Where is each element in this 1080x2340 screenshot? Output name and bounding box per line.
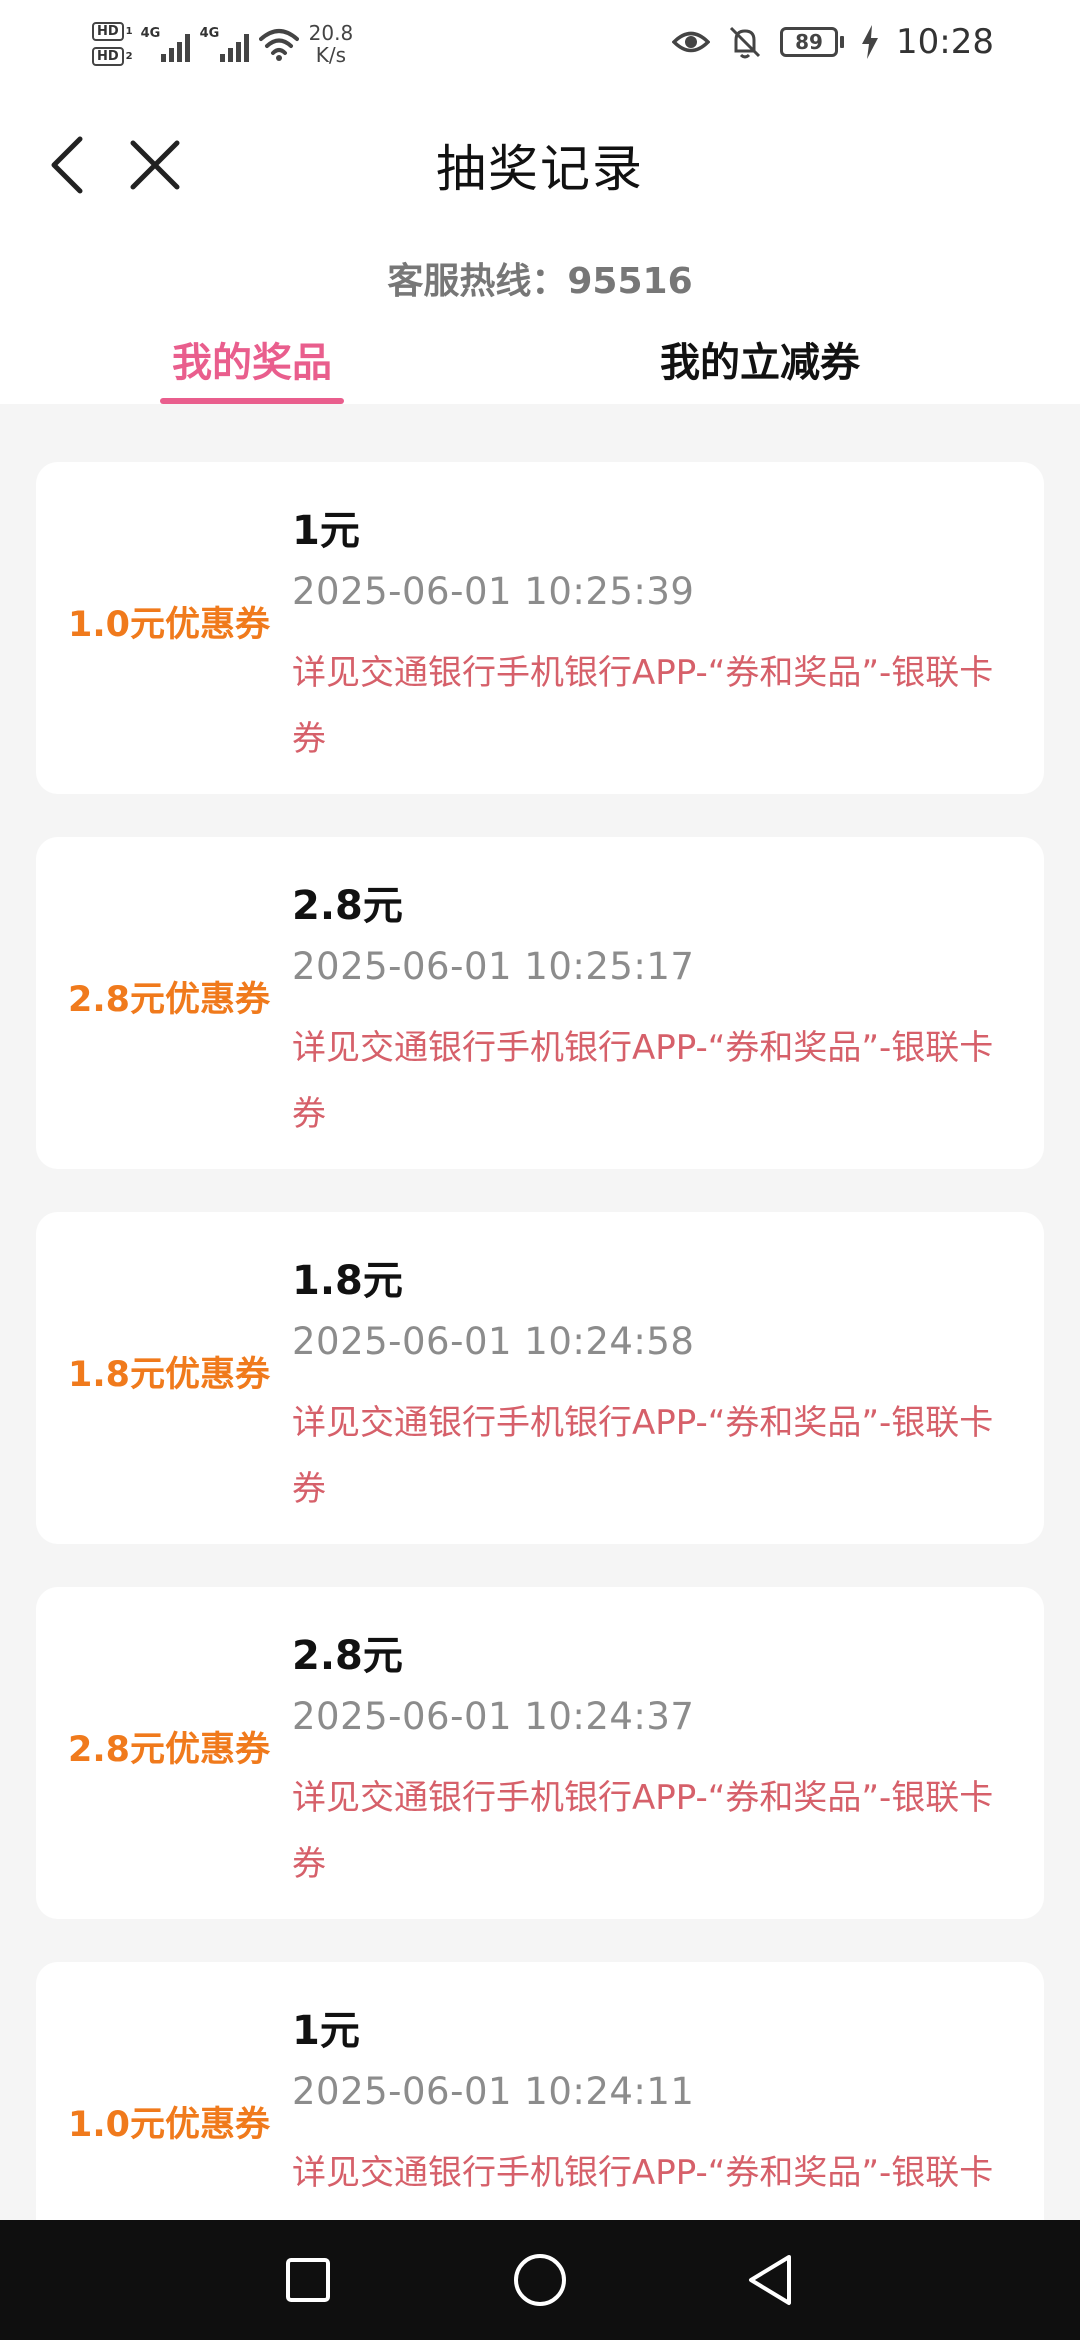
- system-nav-bar: [0, 2220, 1080, 2340]
- network-speed: 20.8 K/s: [309, 22, 354, 66]
- record-time: 2025-06-01 10:25:39: [292, 570, 695, 613]
- tab-bar: 我的奖品 我的立减券: [0, 330, 1080, 404]
- record-desc: 详见交通银行手机银行APP-“券和奖品”-银联卡券: [292, 1778, 994, 1884]
- circle-icon: [514, 2254, 566, 2306]
- signal-1-tag: 4G: [140, 26, 161, 41]
- record-coupon: 1.0元优惠券: [68, 2105, 271, 2145]
- record-time: 2025-06-01 10:25:17: [292, 945, 695, 988]
- record-card[interactable]: 1.8元优惠券 1.8元 2025-06-01 10:24:58 详见交通银行手…: [36, 1212, 1044, 1544]
- square-icon: [286, 2258, 330, 2302]
- recent-apps-button[interactable]: [278, 2250, 338, 2310]
- speed-value: 20.8: [308, 21, 354, 45]
- record-time: 2025-06-01 10:24:37: [292, 1695, 695, 1738]
- record-coupon: 1.8元优惠券: [68, 1355, 271, 1395]
- service-hotline: 客服热线：95516: [387, 261, 693, 302]
- record-desc: 详见交通银行手机银行APP-“券和奖品”-银联卡券: [292, 2153, 994, 2220]
- speed-unit: K/s: [315, 43, 347, 67]
- tab-my-prizes[interactable]: 我的奖品: [160, 330, 344, 404]
- triangle-back-icon: [749, 2255, 791, 2305]
- record-desc: 详见交通银行手机银行APP-“券和奖品”-银联卡券: [292, 1028, 994, 1134]
- record-card[interactable]: 2.8元优惠券 2.8元 2025-06-01 10:24:37 详见交通银行手…: [36, 1587, 1044, 1919]
- battery-level: 89: [780, 27, 839, 57]
- status-time: 10:28: [896, 22, 994, 62]
- records-list[interactable]: 1.0元优惠券 1元 2025-06-01 10:25:39 详见交通银行手机银…: [0, 404, 1080, 2220]
- battery-icon: 89: [780, 27, 845, 57]
- bell-muted-icon: [729, 26, 761, 59]
- record-coupon: 2.8元优惠券: [68, 1730, 271, 1770]
- tab-my-prizes-label: 我的奖品: [172, 340, 332, 386]
- hd-1-indicator: HD 1: [92, 22, 133, 41]
- record-time: 2025-06-01 10:24:11: [292, 2070, 695, 2113]
- record-desc: 详见交通银行手机银行APP-“券和奖品”-银联卡券: [292, 653, 994, 759]
- record-card[interactable]: 2.8元优惠券 2.8元 2025-06-01 10:25:17 详见交通银行手…: [36, 837, 1044, 1169]
- record-desc: 详见交通银行手机银行APP-“券和奖品”-银联卡券: [292, 1403, 994, 1509]
- system-back-button[interactable]: [740, 2250, 800, 2310]
- record-coupon: 1.0元优惠券: [68, 605, 271, 645]
- hd-1-label: HD: [92, 22, 124, 41]
- record-card[interactable]: 1.0元优惠券 1元 2025-06-01 10:24:11 详见交通银行手机银…: [36, 1962, 1044, 2220]
- record-amount: 1元: [292, 2008, 360, 2054]
- wifi-icon: [258, 29, 299, 61]
- signal-2-icon: 4G: [200, 26, 249, 62]
- tab-my-coupons-label: 我的立减券: [660, 340, 860, 386]
- eye-icon: [672, 31, 711, 53]
- hd-2-label: HD: [92, 47, 124, 66]
- tab-my-coupons[interactable]: 我的立减券: [640, 330, 880, 404]
- home-button[interactable]: [510, 2250, 570, 2310]
- record-amount: 2.8元: [292, 1633, 403, 1679]
- record-amount: 1.8元: [292, 1258, 403, 1304]
- page-title: 抽奖记录: [436, 140, 644, 198]
- charging-bolt-icon: [862, 25, 879, 59]
- record-amount: 2.8元: [292, 883, 403, 929]
- hd-1-num: 1: [125, 25, 133, 37]
- record-time: 2025-06-01 10:24:58: [292, 1320, 695, 1363]
- signal-2-tag: 4G: [199, 26, 220, 41]
- record-card[interactable]: 1.0元优惠券 1元 2025-06-01 10:25:39 详见交通银行手机银…: [36, 462, 1044, 794]
- hd-2-indicator: HD 2: [92, 47, 133, 66]
- hd-2-num: 2: [125, 50, 133, 62]
- header: 抽奖记录: [0, 85, 1080, 235]
- status-bar: HD 1 HD 2 4G 4G 20.8 K/s 89 10:28: [0, 0, 1080, 85]
- record-coupon: 2.8元优惠券: [68, 980, 271, 1020]
- record-amount: 1元: [292, 508, 360, 554]
- signal-1-icon: 4G: [141, 26, 190, 62]
